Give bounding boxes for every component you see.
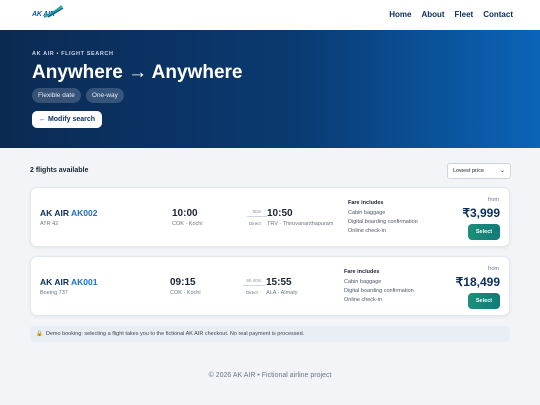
ak-air-logo[interactable]: AK AIR [32, 5, 64, 23]
departure-place: COK · Kochi [170, 290, 201, 296]
stops-label: Direct [249, 221, 261, 226]
notice-text: Demo booking: selecting a flight takes y… [45, 331, 305, 337]
chevron-down-icon: ⌄ [499, 168, 505, 174]
fare-item: Digital boarding confirmation [344, 288, 414, 294]
search-chips: Flexible date One-way [32, 88, 124, 103]
arrival-time: 15:55 [266, 277, 292, 288]
flight-card: AK AIR AK002 ATR 42 10:00 COK · Kochi 50… [30, 187, 510, 247]
from-label: from [488, 266, 499, 272]
plane-swoosh-icon [43, 5, 64, 18]
main-nav: Home About Fleet Contact [389, 10, 513, 19]
fare-includes-title: Fare includes [344, 269, 380, 275]
departure-time: 09:15 [170, 277, 196, 288]
fare-item: Online check-in [344, 297, 382, 303]
aircraft-type: Boeing 737 [40, 290, 68, 296]
sort-selected-value: Lowest price [453, 168, 484, 174]
departure-time: 10:00 [172, 208, 198, 219]
aircraft-type: ATR 42 [40, 221, 59, 227]
fare-item: Cabin baggage [348, 210, 386, 216]
chip-flexible-date: Flexible date [32, 88, 81, 103]
airline-name: AK AIR [40, 208, 69, 218]
sort-select[interactable]: Lowest price ⌄ [447, 163, 511, 179]
modify-search-button[interactable]: ← Modify search [32, 111, 103, 128]
price: ₹3,999 [462, 206, 500, 220]
route-title: Anywhere → Anywhere [32, 62, 243, 83]
select-flight-button[interactable]: Select [468, 293, 500, 309]
top-navigation-bar: AK AIR Home About Fleet Contact [0, 0, 540, 30]
chip-one-way: One-way [85, 88, 124, 103]
search-hero: AK AIR • FLIGHT SEARCH Anywhere → Anywhe… [0, 30, 540, 148]
fare-includes-title: Fare includes [348, 200, 384, 206]
hero-kicker: AK AIR • FLIGHT SEARCH [32, 51, 114, 57]
nav-about-link[interactable]: About [421, 10, 444, 19]
flights-count: 2 flights available [30, 167, 89, 174]
lock-icon: 🔒 [36, 331, 43, 337]
flight-duration: 50m [252, 209, 262, 214]
footer-text: © 2026 AK AIR • Fictional airline projec… [208, 372, 332, 379]
flight-code: AK001 [71, 277, 98, 287]
flight-name: AK AIR AK001 [40, 277, 97, 287]
fare-item: Cabin baggage [344, 279, 382, 285]
nav-fleet-link[interactable]: Fleet [455, 10, 474, 19]
nav-contact-link[interactable]: Contact [483, 10, 513, 19]
stops-label: Direct [246, 290, 258, 295]
fare-item: Digital boarding confirmation [348, 219, 418, 225]
departure-place: COK · Kochi [172, 221, 203, 227]
airline-name: AK AIR [40, 277, 69, 287]
arrival-time: 10:50 [267, 208, 293, 219]
flight-duration: 6h 40m [246, 278, 262, 283]
flight-name: AK AIR AK002 [40, 208, 97, 218]
price: ₹18,499 [455, 275, 500, 289]
flight-code: AK002 [71, 208, 98, 218]
select-flight-button[interactable]: Select [468, 224, 500, 240]
nav-home-link[interactable]: Home [389, 10, 411, 19]
fare-item: Online check-in [348, 228, 386, 234]
demo-booking-notice: 🔒 Demo booking: selecting a flight takes … [30, 326, 510, 342]
arrival-place: ALA · Almaty [266, 290, 298, 296]
from-label: from [488, 197, 499, 203]
flight-card: AK AIR AK001 Boeing 737 09:15 COK · Koch… [30, 256, 510, 316]
arrival-place: TRV · Thiruvananthapuram [267, 221, 334, 227]
route-line [247, 216, 267, 217]
route-line [243, 285, 265, 286]
